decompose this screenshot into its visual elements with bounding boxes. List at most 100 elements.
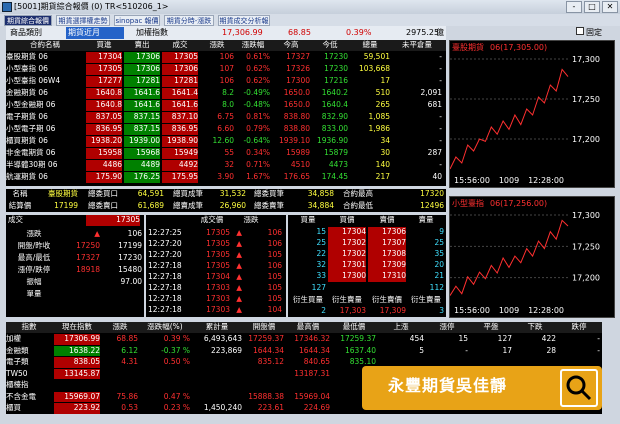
chart-label: 小型臺指 xyxy=(452,198,484,208)
index-cell: 電子類 xyxy=(6,357,29,366)
book-header: 買量 買價 賣價 賣量 xyxy=(288,215,446,226)
quote-cell: - xyxy=(439,160,442,169)
index-cell: 5 xyxy=(419,345,424,355)
tick-change: 104 xyxy=(267,305,282,314)
header-cell: 總量 xyxy=(362,40,378,49)
quote-row[interactable]: 小型臺指 06W4 17277 17281 17281 106 0.62% 17300 172… xyxy=(6,76,446,88)
tab-futures-quote[interactable]: 期貨綜合報價 xyxy=(4,15,52,26)
detail-value: 17199 xyxy=(118,241,142,250)
tab-trade-analysis[interactable]: 期貨成交分析報價 xyxy=(218,15,270,36)
quote-cell: 1939.00 xyxy=(124,136,160,147)
ask-price: 17308 xyxy=(368,249,406,260)
index-cell: - xyxy=(597,345,600,355)
category-select[interactable]: 期貨近月 xyxy=(66,27,124,39)
index-header: 指數 現在指數 漲跌 漲跌幅(%) 累計量 開盤價 最高價 最低價 上漲 漲停 平盤 下跌 跌停 xyxy=(6,322,602,333)
book-row: 15 17304 17306 9 xyxy=(288,227,446,238)
quote-cell: 510 xyxy=(375,88,390,97)
minimize-button[interactable]: - xyxy=(566,1,582,13)
book-header-cell: 買價 xyxy=(339,215,355,224)
index-row[interactable]: 金融類 1638.22 6.12 -0.37 % 223,869 1644.34 1644.… xyxy=(6,345,602,358)
index-cell: 454 xyxy=(409,334,424,343)
mini-futures-chart[interactable]: 小型臺指 06(17,256.00) 17,300 17,250 17,200 15:56… xyxy=(449,196,615,318)
tick-time: 12:27:20 xyxy=(148,239,182,248)
quote-cell: 0.34% xyxy=(246,148,270,157)
quote-row[interactable]: 非金電期貨 06 15958 15968 15949 55 0.34% 15989 15879… xyxy=(6,148,446,160)
index-cell: 422 xyxy=(541,334,556,343)
quote-cell: -0.48% xyxy=(243,100,270,109)
quote-row[interactable]: 半導體30期 06 4486 4489 4492 32 0.71% 4510 4473 140 - xyxy=(6,160,446,172)
index-header-cell: 漲跌 xyxy=(112,322,128,331)
detail-row: 單量 xyxy=(6,289,144,301)
x-tick-label: 15:56:00 xyxy=(454,176,490,185)
index-cell: 加權 xyxy=(6,334,21,343)
index-row[interactable]: 加權 17306.99 68.85 0.39 % 6,493,643 17259.37 17… xyxy=(6,334,602,346)
quote-cell: 2,091 xyxy=(420,88,442,97)
quote-row[interactable]: 櫃買期貨 06 1938.20 1939.00 1938.90 12.60 -0.64% 1… xyxy=(6,136,446,148)
close-button[interactable]: ✕ xyxy=(602,1,618,13)
summary-cell: 結算價 xyxy=(8,200,32,210)
summary-panel: 名稱 臺股期貨 總委買口 64,591 總買成筆 31,532 總委買筆 34,858 合約最高… xyxy=(6,189,446,212)
tick-arrow: ▲ xyxy=(236,239,242,248)
derived-value: 3 xyxy=(439,306,444,315)
quote-cell: 0.62% xyxy=(246,64,270,73)
title-bar: [5001]期貨綜合報價 (0) TR<510206_1> - □ ✕ xyxy=(0,0,620,14)
tab-bar: 期貨綜合報價 期貨選擇權走勢 sinopac 報價 期貨分時-漲跌 期貨成交分析… xyxy=(0,14,620,36)
summary-cell: 合約最高 xyxy=(343,189,373,198)
ask-price: 17310 xyxy=(368,271,406,282)
quote-row[interactable]: 小型電子期 06 836.95 837.15 836.95 6.60 0.79% 838.8… xyxy=(6,124,446,136)
quote-cell: 837.15 xyxy=(124,124,160,135)
tick-row: 12:27:18 17303 ▲ 104 xyxy=(146,305,286,316)
summary-cell: 名稱 xyxy=(12,189,28,198)
quote-cell: 837.15 xyxy=(124,112,160,123)
quote-cell: 4510 xyxy=(290,160,310,169)
tick-time: 12:27:18 xyxy=(148,283,182,292)
summary-row: 名稱 臺股期貨 總委買口 64,591 總買成筆 31,532 總委買筆 34,858 合約最高… xyxy=(6,189,446,200)
quote-cell: 1,986 xyxy=(368,124,390,133)
quote-cell: 1.67% xyxy=(246,172,270,181)
quote-row[interactable]: 臺股期貨 06 17304 17306 17305 106 0.61% 17327 17230… xyxy=(6,52,446,64)
quote-row[interactable]: 金融期貨 06 1640.8 1641.6 1641.4 8.2 -0.49% 1650.0… xyxy=(6,88,446,100)
futures-chart[interactable]: 臺股期貨 06(17,305.00) 17,300 17,250 17,200 15:56… xyxy=(449,40,615,188)
detail-value: 17230 xyxy=(118,253,142,262)
quote-row[interactable]: 航運期貨 06 175.90 176.25 175.95 3.90 1.67% 176.65… xyxy=(6,172,446,184)
quote-cell: 15968 xyxy=(124,148,160,159)
tab-time-change[interactable]: 期貨分時-漲跌 xyxy=(164,15,214,26)
book-row: 22 17302 17308 35 xyxy=(288,249,446,260)
y-tick-label: 17,200 xyxy=(572,274,600,283)
ask-qty: 35 xyxy=(434,249,444,258)
index-cell: 0.39 % xyxy=(163,334,190,343)
quote-cell: 1650.0 xyxy=(283,88,310,97)
tick-price: 17305 xyxy=(206,239,230,248)
x-tick-label: 15:56:00 xyxy=(454,306,490,315)
index-cell: 17259.37 xyxy=(248,334,284,343)
quote-cell: 59,501 xyxy=(363,52,390,61)
book-row: 32 17301 17309 20 xyxy=(288,260,446,271)
quote-row[interactable]: 小型臺指 06 17305 17306 17306 107 0.62% 17326 17230… xyxy=(6,64,446,76)
detail-label: 單量 xyxy=(26,289,42,298)
tab-futures-options[interactable]: 期貨選擇權走勢 xyxy=(56,15,110,26)
tick-row: 12:27:20 17305 ▲ 106 xyxy=(146,239,286,250)
book-header-cell: 買量 xyxy=(300,215,316,224)
y-tick-label: 17,300 xyxy=(572,211,600,220)
pin-toggle[interactable]: 固定 xyxy=(576,27,602,38)
quote-cell: 3.90 xyxy=(217,172,234,181)
index-header-cell: 最高價 xyxy=(296,322,320,331)
search-icon[interactable] xyxy=(560,369,598,407)
tick-arrow: ▲ xyxy=(236,272,242,281)
order-book: 買量 買價 賣價 賣量 15 17304 17306 9 25 17302 17307 25 22 173… xyxy=(288,215,446,317)
quote-cell: 140 xyxy=(375,160,390,169)
index-change: 68.85 xyxy=(288,28,311,37)
quote-cell: 1640.8 xyxy=(86,100,122,111)
quote-cell: 8.0 xyxy=(222,100,234,109)
index-header-cell: 跌停 xyxy=(571,322,587,331)
quote-cell: 174.45 xyxy=(321,172,348,181)
tick-arrow: ▲ xyxy=(236,305,242,314)
price-series xyxy=(449,68,569,170)
index-cell: 6,493,643 xyxy=(203,334,242,343)
index-cell: 櫃買 xyxy=(6,403,21,412)
maximize-button[interactable]: □ xyxy=(584,1,600,13)
quote-row[interactable]: 小型金融期 06 1640.8 1641.6 1641.6 8.0 -0.48% 1650.… xyxy=(6,100,446,112)
tab-sinopac[interactable]: sinopac 報價 xyxy=(114,15,160,26)
quote-cell: 17 xyxy=(380,76,390,85)
quote-row[interactable]: 電子期貨 06 837.05 837.15 837.10 6.75 0.81% 838.80… xyxy=(6,112,446,124)
